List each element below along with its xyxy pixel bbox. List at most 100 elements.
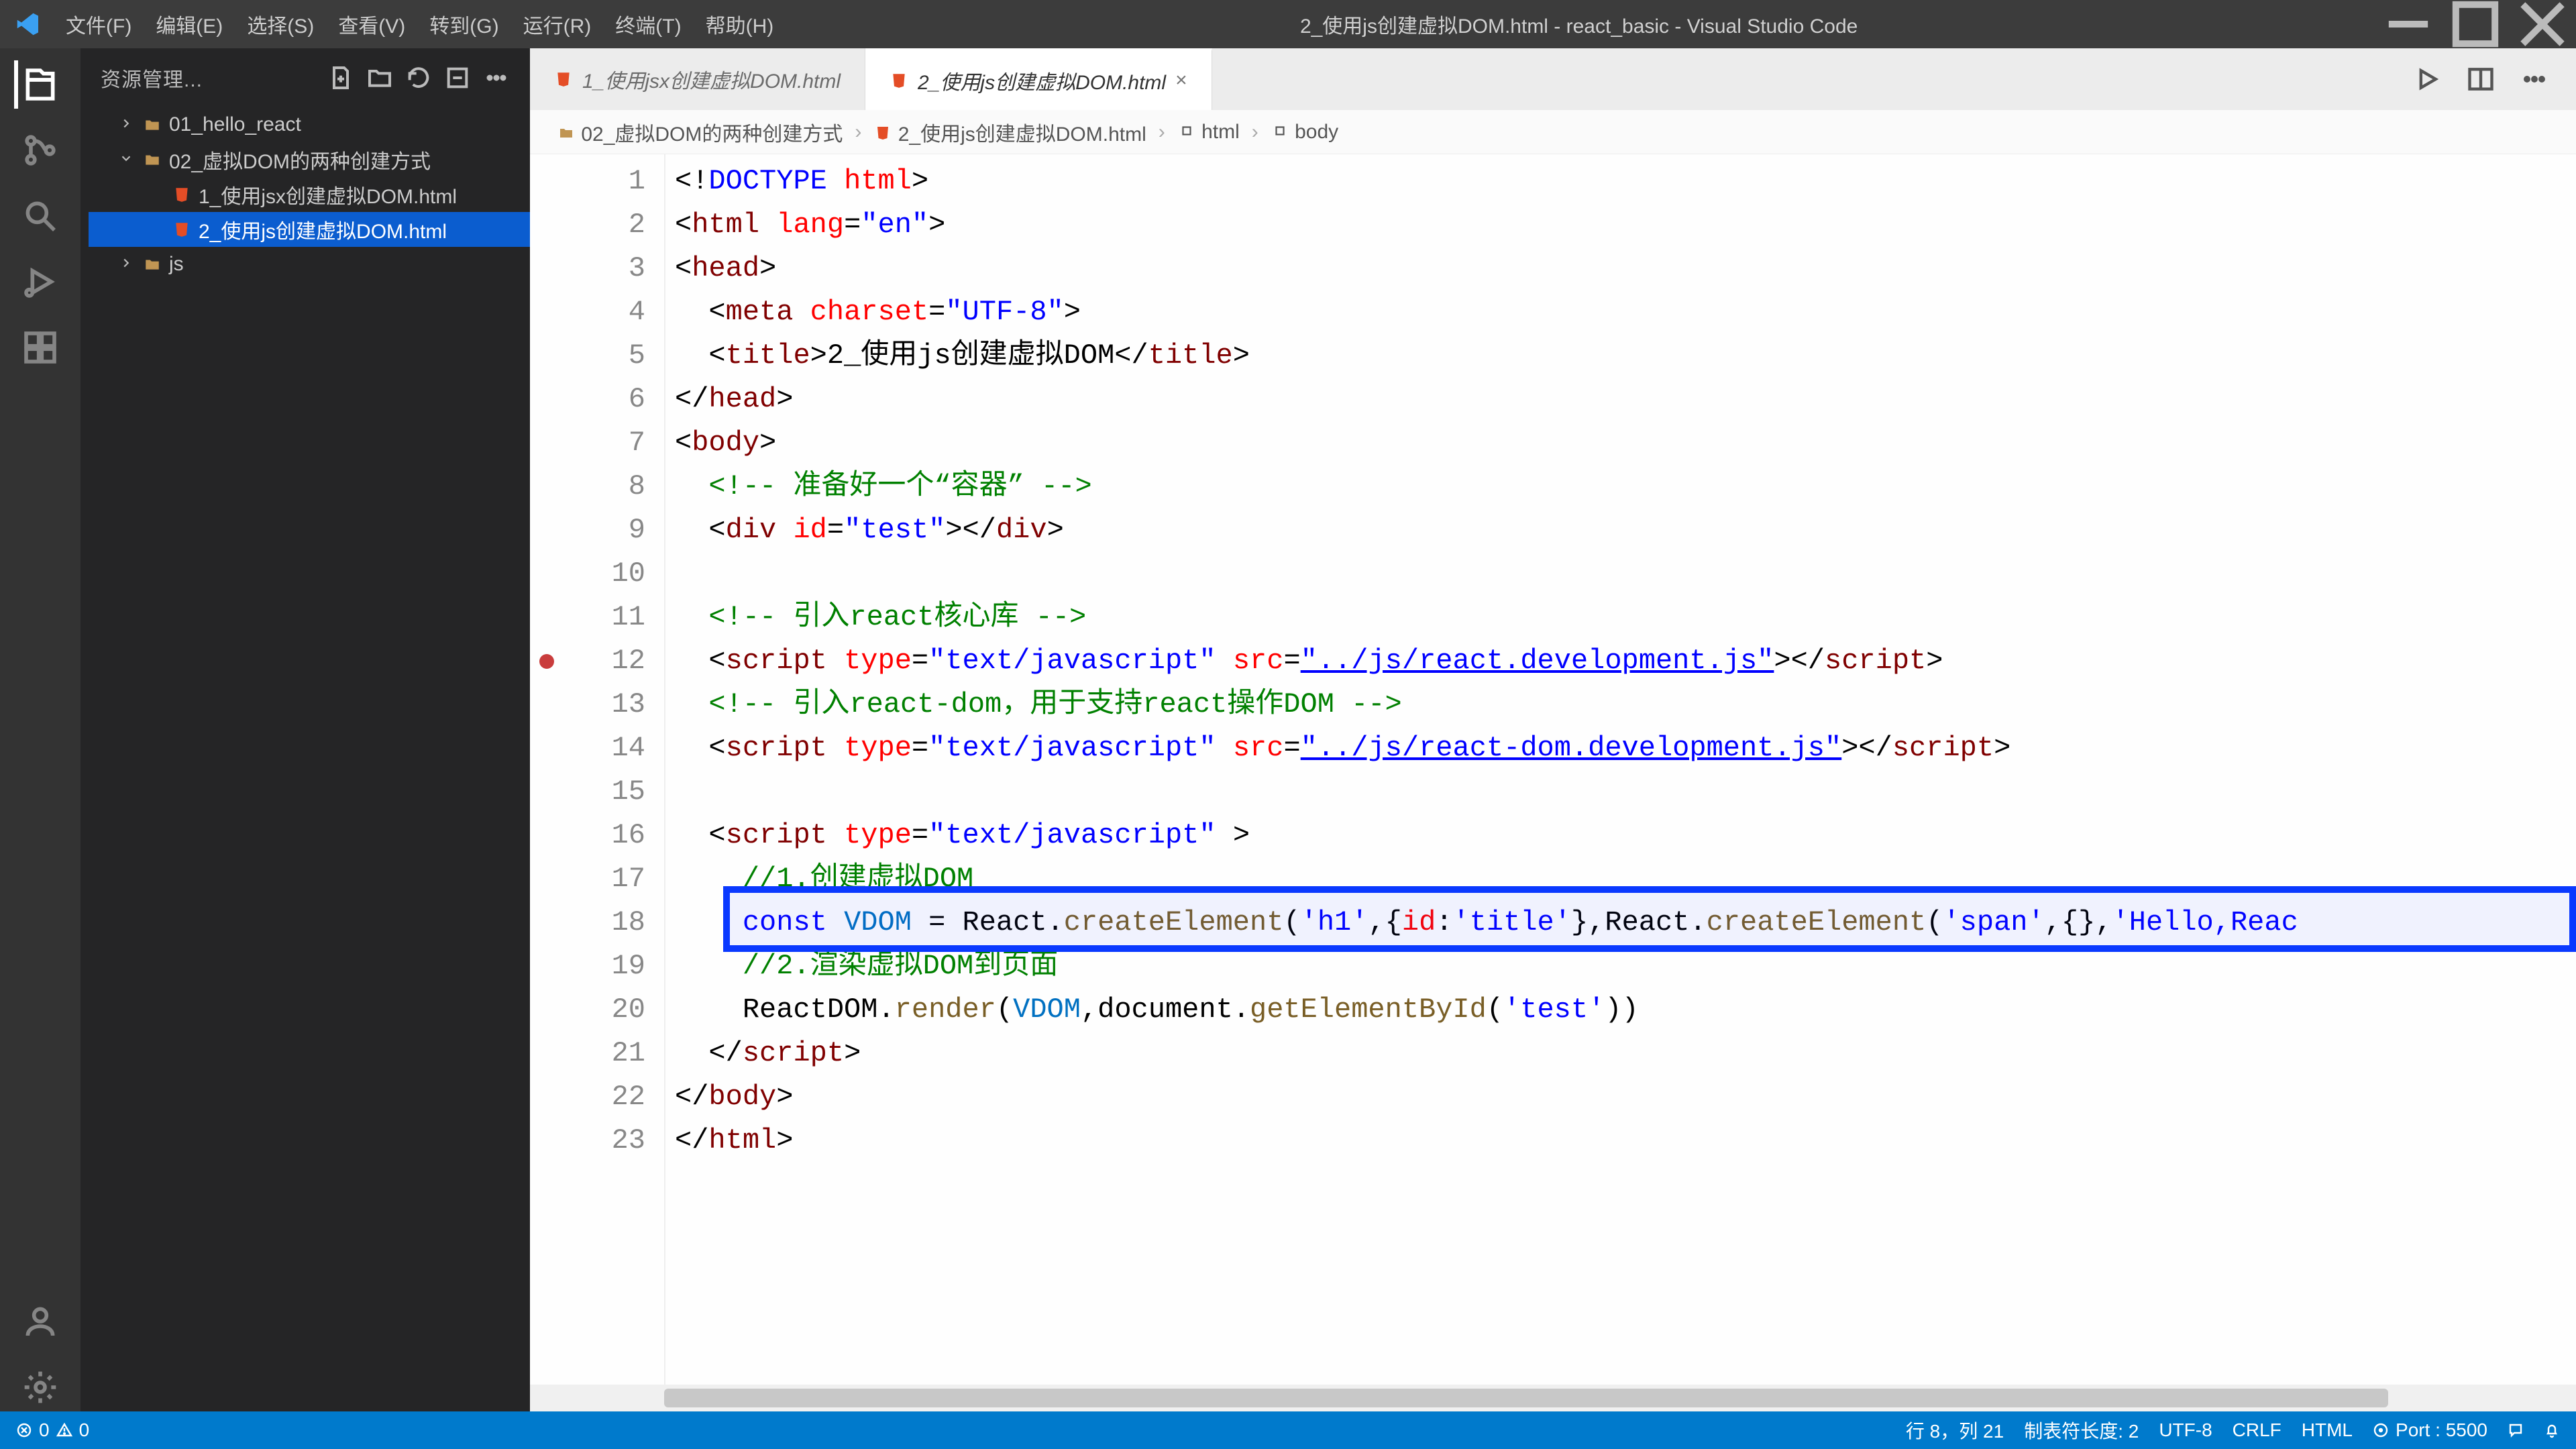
code-line[interactable] [665, 552, 2576, 596]
code-line[interactable]: <!-- 引入react-dom，用于支持react操作DOM --> [665, 683, 2576, 727]
code-editor[interactable]: 1234567891011121314151617181920212223 <!… [530, 154, 2576, 1385]
line-number: 22 [530, 1075, 645, 1119]
status-error-count: 0 [39, 1419, 50, 1441]
more-actions-icon[interactable] [2520, 64, 2549, 94]
breadcrumbs[interactable]: 02_虚拟DOM的两种创建方式› 2_使用js创建虚拟DOM.html› htm… [530, 110, 2576, 154]
line-number: 19 [530, 945, 645, 988]
menu-goto[interactable]: 转到(G) [420, 5, 508, 43]
status-encoding[interactable]: UTF-8 [2159, 1419, 2212, 1441]
code-line[interactable]: </body> [665, 1075, 2576, 1119]
status-language[interactable]: HTML [2302, 1419, 2353, 1441]
breadcrumb-item[interactable]: body [1271, 121, 1338, 144]
scrollbar-thumb[interactable] [664, 1389, 2388, 1407]
tree-folder[interactable]: js [89, 247, 530, 282]
status-bell-icon[interactable] [2544, 1422, 2560, 1438]
tree-folder[interactable]: 01_hello_react [89, 107, 530, 142]
code-line[interactable]: </head> [665, 378, 2576, 421]
breadcrumb-item[interactable]: 2_使用js创建虚拟DOM.html [873, 117, 1146, 147]
maximize-button[interactable] [2442, 0, 2509, 48]
line-number: 20 [530, 988, 645, 1032]
status-feedback-icon[interactable] [2508, 1422, 2524, 1438]
status-cursor[interactable]: 行 8，列 21 [1906, 1417, 2004, 1444]
status-eol[interactable]: CRLF [2233, 1419, 2282, 1441]
code-line[interactable]: <!-- 引入react核心库 --> [665, 596, 2576, 639]
menu-run[interactable]: 运行(R) [514, 5, 601, 43]
new-folder-icon[interactable] [366, 64, 393, 91]
run-icon[interactable] [2412, 64, 2442, 94]
breadcrumb-icon [1271, 121, 1289, 140]
menu-terminal[interactable]: 终端(T) [606, 5, 690, 43]
tab-bar: 1_使用jsx创建虚拟DOM.html2_使用js创建虚拟DOM.html× [530, 48, 2576, 110]
tree-folder[interactable]: 02_虚拟DOM的两种创建方式 [89, 142, 530, 177]
app-window: 文件(F) 编辑(E) 选择(S) 查看(V) 转到(G) 运行(R) 终端(T… [0, 0, 2576, 1449]
code-line[interactable]: <script type="text/javascript" src="../j… [665, 727, 2576, 770]
menu-edit[interactable]: 编辑(E) [146, 5, 232, 43]
code-line[interactable]: <head> [665, 247, 2576, 290]
code-line[interactable]: </html> [665, 1119, 2576, 1163]
code-line[interactable] [665, 770, 2576, 814]
account-icon[interactable] [16, 1297, 64, 1346]
folder-icon [142, 150, 162, 170]
horizontal-scrollbar[interactable] [530, 1385, 2576, 1411]
new-file-icon[interactable] [327, 64, 354, 91]
status-tabsize[interactable]: 制表符长度: 2 [2024, 1417, 2139, 1444]
menu-file[interactable]: 文件(F) [56, 5, 141, 43]
source-control-icon[interactable] [16, 126, 64, 174]
code-line[interactable]: <!-- 准备好一个“容器” --> [665, 465, 2576, 508]
breakpoint-icon[interactable] [539, 654, 554, 669]
line-number: 13 [530, 683, 645, 727]
code-line[interactable]: const VDOM = React.createElement('h1',{i… [665, 901, 2576, 945]
close-tab-icon[interactable]: × [1175, 69, 1187, 92]
code-line[interactable]: <script type="text/javascript" > [665, 814, 2576, 857]
run-debug-icon[interactable] [16, 258, 64, 306]
html-file-icon [172, 184, 192, 205]
breadcrumb-separator: › [855, 121, 861, 144]
code-line[interactable]: //2.渲染虚拟DOM到页面 [665, 945, 2576, 988]
explorer-panel: 资源管理... 01_hello_react 02_虚拟DOM的两种创建方式1_使… [80, 48, 530, 1411]
code-line[interactable]: <body> [665, 421, 2576, 465]
collapse-icon[interactable] [444, 64, 471, 91]
extensions-icon[interactable] [16, 323, 64, 372]
close-button[interactable] [2509, 0, 2576, 48]
tree-item-label: 01_hello_react [169, 113, 301, 136]
code-line[interactable]: <script type="text/javascript" src="../j… [665, 639, 2576, 683]
title-bar: 文件(F) 编辑(E) 选择(S) 查看(V) 转到(G) 运行(R) 终端(T… [0, 0, 2576, 48]
line-number: 6 [530, 378, 645, 421]
breadcrumb-item[interactable]: 02_虚拟DOM的两种创建方式 [557, 117, 843, 147]
minimize-button[interactable] [2375, 0, 2442, 48]
tree-file[interactable]: 2_使用js创建虚拟DOM.html [89, 212, 530, 247]
split-editor-icon[interactable] [2466, 64, 2496, 94]
code-line[interactable]: <div id="test"></div> [665, 508, 2576, 552]
tree-item-label: 2_使用js创建虚拟DOM.html [199, 215, 447, 244]
code-line[interactable]: </script> [665, 1032, 2576, 1075]
editor-tab[interactable]: 2_使用js创建虚拟DOM.html× [865, 48, 1212, 110]
code-line[interactable]: ReactDOM.render(VDOM,document.getElement… [665, 988, 2576, 1032]
line-number: 8 [530, 465, 645, 508]
editor-tab[interactable]: 1_使用jsx创建虚拟DOM.html [530, 48, 865, 110]
status-port[interactable]: Port : 5500 [2373, 1419, 2487, 1441]
explorer-title: 资源管理... [101, 63, 315, 93]
code-line[interactable]: //1.创建虚拟DOM [665, 857, 2576, 901]
code-line[interactable]: <!DOCTYPE html> [665, 160, 2576, 203]
code-line[interactable]: <meta charset="UTF-8"> [665, 290, 2576, 334]
menu-select[interactable]: 选择(S) [237, 5, 323, 43]
menu-help[interactable]: 帮助(H) [696, 5, 784, 43]
menu-view[interactable]: 查看(V) [329, 5, 415, 43]
more-icon[interactable] [483, 64, 510, 91]
folder-icon [142, 254, 162, 274]
settings-gear-icon[interactable] [16, 1363, 64, 1411]
line-number: 10 [530, 552, 645, 596]
code-line[interactable]: <html lang="en"> [665, 203, 2576, 247]
status-bar: 0 0 行 8，列 21 制表符长度: 2 UTF-8 CRLF HTML Po… [0, 1411, 2576, 1449]
refresh-icon[interactable] [405, 64, 432, 91]
explorer-icon[interactable] [14, 60, 62, 109]
breadcrumb-icon [1177, 121, 1196, 140]
line-number: 15 [530, 770, 645, 814]
code-content[interactable]: <!DOCTYPE html><html lang="en"><head> <m… [664, 154, 2576, 1385]
search-icon[interactable] [16, 192, 64, 240]
breadcrumb-item[interactable]: html [1177, 121, 1240, 144]
code-line[interactable]: <title>2_使用js创建虚拟DOM</title> [665, 334, 2576, 378]
status-errors[interactable]: 0 0 [16, 1419, 89, 1441]
tree-file[interactable]: 1_使用jsx创建虚拟DOM.html [89, 177, 530, 212]
line-number: 12 [530, 639, 645, 683]
